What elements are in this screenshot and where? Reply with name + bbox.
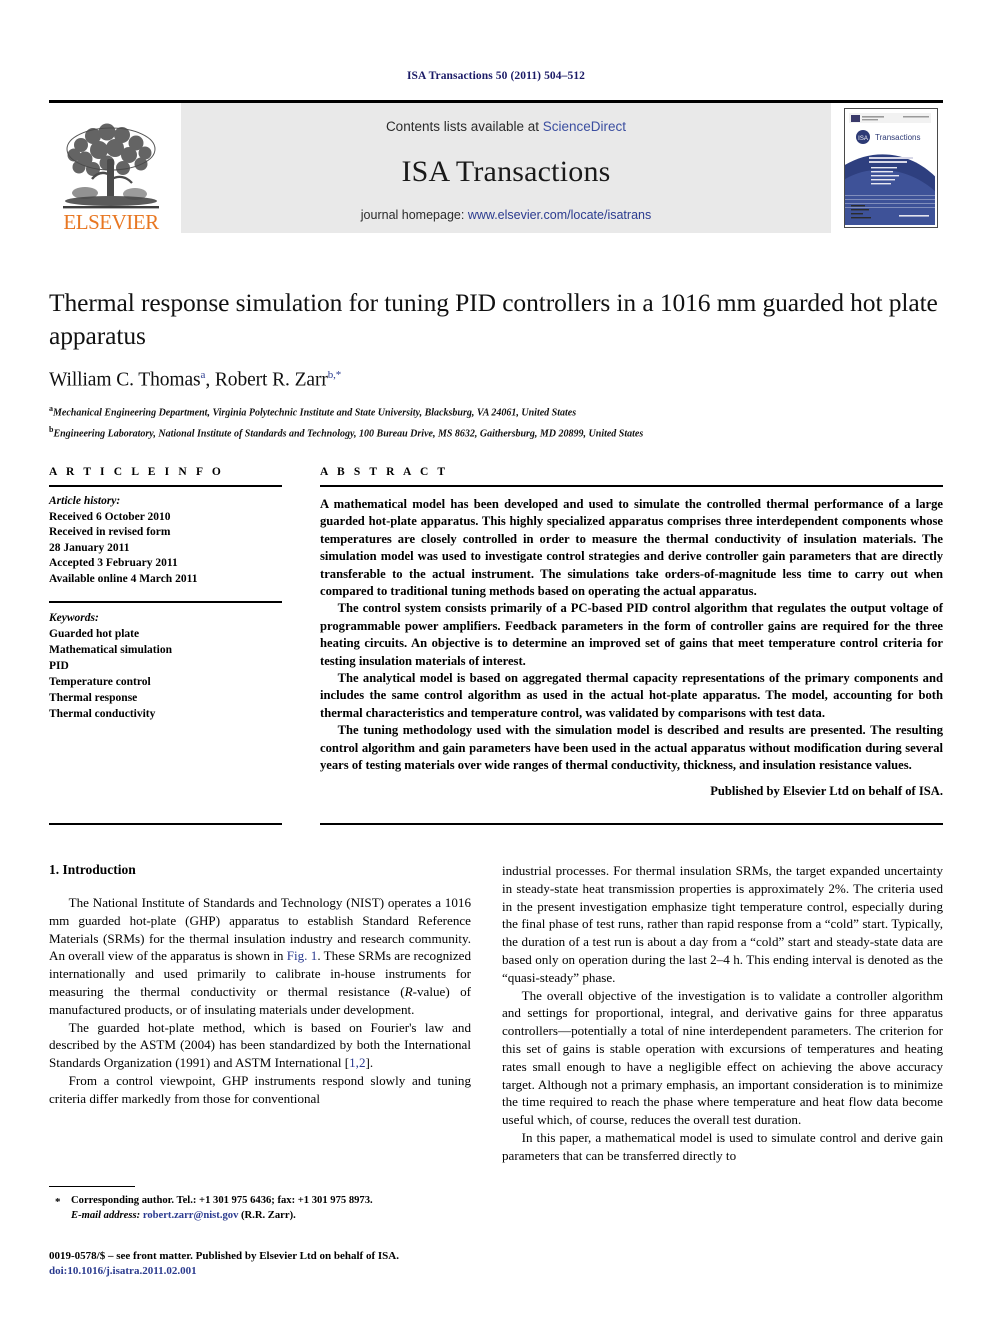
- affiliation-a: aMechanical Engineering Department, Virg…: [49, 401, 943, 420]
- journal-homepage-line: journal homepage: www.elsevier.com/locat…: [181, 208, 831, 222]
- affiliation-b: bEngineering Laboratory, National Instit…: [49, 422, 943, 441]
- keyword-item: Guarded hot plate: [49, 628, 140, 640]
- abstract-paragraph: A mathematical model has been developed …: [320, 497, 943, 599]
- sciencedirect-link[interactable]: ScienceDirect: [543, 119, 626, 134]
- footnote-divider: [49, 1186, 135, 1187]
- citation-link[interactable]: 1,2: [349, 1055, 365, 1070]
- contents-available-line: Contents lists available at ScienceDirec…: [181, 119, 831, 134]
- history-item: Available online 4 March 2011: [49, 572, 198, 585]
- abstract-column: A B S T R A C T A mathematical model has…: [320, 466, 943, 800]
- body-paragraph: The guarded hot-plate method, which is b…: [49, 1019, 471, 1071]
- email-line: E-mail address: robert.zarr@nist.gov (R.…: [71, 1209, 479, 1224]
- article-info-heading: A R T I C L E I N F O: [49, 466, 224, 478]
- svg-text:ISA: ISA: [858, 136, 868, 142]
- journal-title: ISA Transactions: [401, 155, 611, 188]
- keyword-item: Temperature control: [49, 676, 151, 688]
- keyword-item: Thermal response: [49, 692, 138, 704]
- history-item: Received 6 October 2010: [49, 510, 171, 523]
- keywords-block: Keywords: Guarded hot plate Mathematical…: [49, 610, 282, 722]
- right-column-divider: [320, 823, 943, 825]
- author-2-name: Robert R. Zarr: [214, 369, 328, 391]
- article-history: Article history: Received 6 October 2010…: [49, 494, 282, 587]
- abstract-paragraph: The analytical model is based on aggrega…: [320, 671, 943, 720]
- history-item: Accepted 3 February 2011: [49, 557, 178, 569]
- right-column-text: industrial processes. For thermal insula…: [502, 862, 943, 1165]
- body-paragraph: From a control viewpoint, GHP instrument…: [49, 1072, 471, 1106]
- body-left-column: 1. Introduction The National Institute o…: [49, 862, 471, 1108]
- title-block: Thermal response simulation for tuning P…: [49, 286, 943, 441]
- journal-cover-thumbnail: ISA Transactions: [844, 108, 938, 228]
- left-column-divider: [49, 823, 282, 825]
- keyword-item: Mathematical simulation: [49, 644, 172, 656]
- homepage-prefix: journal homepage:: [360, 208, 468, 222]
- doi-link[interactable]: doi:10.1016/j.isatra.2011.02.001: [49, 1264, 489, 1279]
- r-value-symbol: R: [404, 983, 413, 999]
- abstract-paragraph: The control system consists primarily of…: [320, 601, 943, 668]
- left-column-text: The National Institute of Standards and …: [49, 894, 471, 1108]
- affiliation-a-text: Mechanical Engineering Department, Virgi…: [53, 406, 577, 418]
- footer-metadata: 0019-0578/$ – see front matter. Publishe…: [49, 1249, 489, 1279]
- body-paragraph: The National Institute of Standards and …: [49, 895, 472, 1017]
- corresponding-author-line: Corresponding author. Tel.: +1 301 975 6…: [71, 1195, 373, 1206]
- abstract-publisher-line: Published by Elsevier Ltd on behalf of I…: [710, 783, 943, 798]
- corresponding-author-footnote: * Corresponding author. Tel.: +1 301 975…: [49, 1194, 479, 1223]
- abstract-heading: A B S T R A C T: [320, 466, 449, 478]
- keywords-rule: [49, 601, 282, 603]
- history-item: Received in revised form: [49, 526, 171, 538]
- abstract-body: A mathematical model has been developed …: [320, 496, 943, 800]
- contents-prefix: Contents lists available at: [385, 119, 543, 134]
- svg-text:Transactions: Transactions: [875, 133, 921, 142]
- footnote-marker: *: [55, 1196, 61, 1208]
- elsevier-wordmark: ELSEVIER: [63, 210, 159, 234]
- running-head: ISA Transactions 50 (2011) 504–512: [406, 70, 586, 82]
- issn-front-matter-line: 0019-0578/$ – see front matter. Publishe…: [49, 1250, 399, 1262]
- abstract-rule: [320, 485, 943, 487]
- journal-masthead: ELSEVIER Contents lists available at Sci…: [49, 100, 943, 233]
- journal-homepage-link[interactable]: www.elsevier.com/locate/isatrans: [468, 208, 651, 222]
- body-right-column: industrial processes. For thermal insula…: [502, 862, 943, 1165]
- elsevier-tree-icon: [63, 123, 159, 209]
- article-info-column: A R T I C L E I N F O Article history: R…: [49, 466, 282, 722]
- body-paragraph: The overall objective of the investigati…: [502, 987, 943, 1128]
- history-item: 28 January 2011: [49, 541, 130, 554]
- article-history-label: Article history:: [49, 495, 121, 507]
- author-list: William C. Thomasa, Robert R. Zarrb,*: [49, 369, 342, 391]
- sciencedirect-band: Contents lists available at ScienceDirec…: [181, 103, 831, 233]
- figure-reference-link[interactable]: Fig. 1: [287, 948, 318, 963]
- author-1-name: William C. Thomas: [49, 369, 201, 391]
- keyword-item: PID: [49, 660, 69, 672]
- page-title: Thermal response simulation for tuning P…: [49, 288, 938, 350]
- email-owner: (R.R. Zarr).: [241, 1209, 296, 1221]
- section-heading-introduction: 1. Introduction: [49, 862, 136, 877]
- cover-art-icon: ISA Transactions: [845, 109, 937, 225]
- paper-page: ISA Transactions 50 (2011) 504–512 ELSEV…: [0, 0, 992, 1323]
- keywords-label: Keywords:: [49, 612, 99, 624]
- author-2-affiliation-mark: b,*: [327, 369, 342, 381]
- elsevier-logo: ELSEVIER: [49, 103, 173, 233]
- affiliation-b-text: Engineering Laboratory, National Institu…: [53, 428, 644, 440]
- body-paragraph: industrial processes. For thermal insula…: [502, 863, 943, 985]
- email-link[interactable]: robert.zarr@nist.gov: [143, 1210, 239, 1221]
- email-label: E-mail address:: [71, 1209, 141, 1221]
- keyword-item: Thermal conductivity: [49, 708, 156, 720]
- author-1-affiliation-mark: a: [200, 369, 206, 381]
- article-info-rule: [49, 485, 282, 487]
- journal-cover-block: ISA Transactions: [839, 103, 943, 233]
- abstract-paragraph: The tuning methodology used with the sim…: [320, 723, 943, 773]
- body-paragraph: In this paper, a mathematical model is u…: [502, 1129, 943, 1163]
